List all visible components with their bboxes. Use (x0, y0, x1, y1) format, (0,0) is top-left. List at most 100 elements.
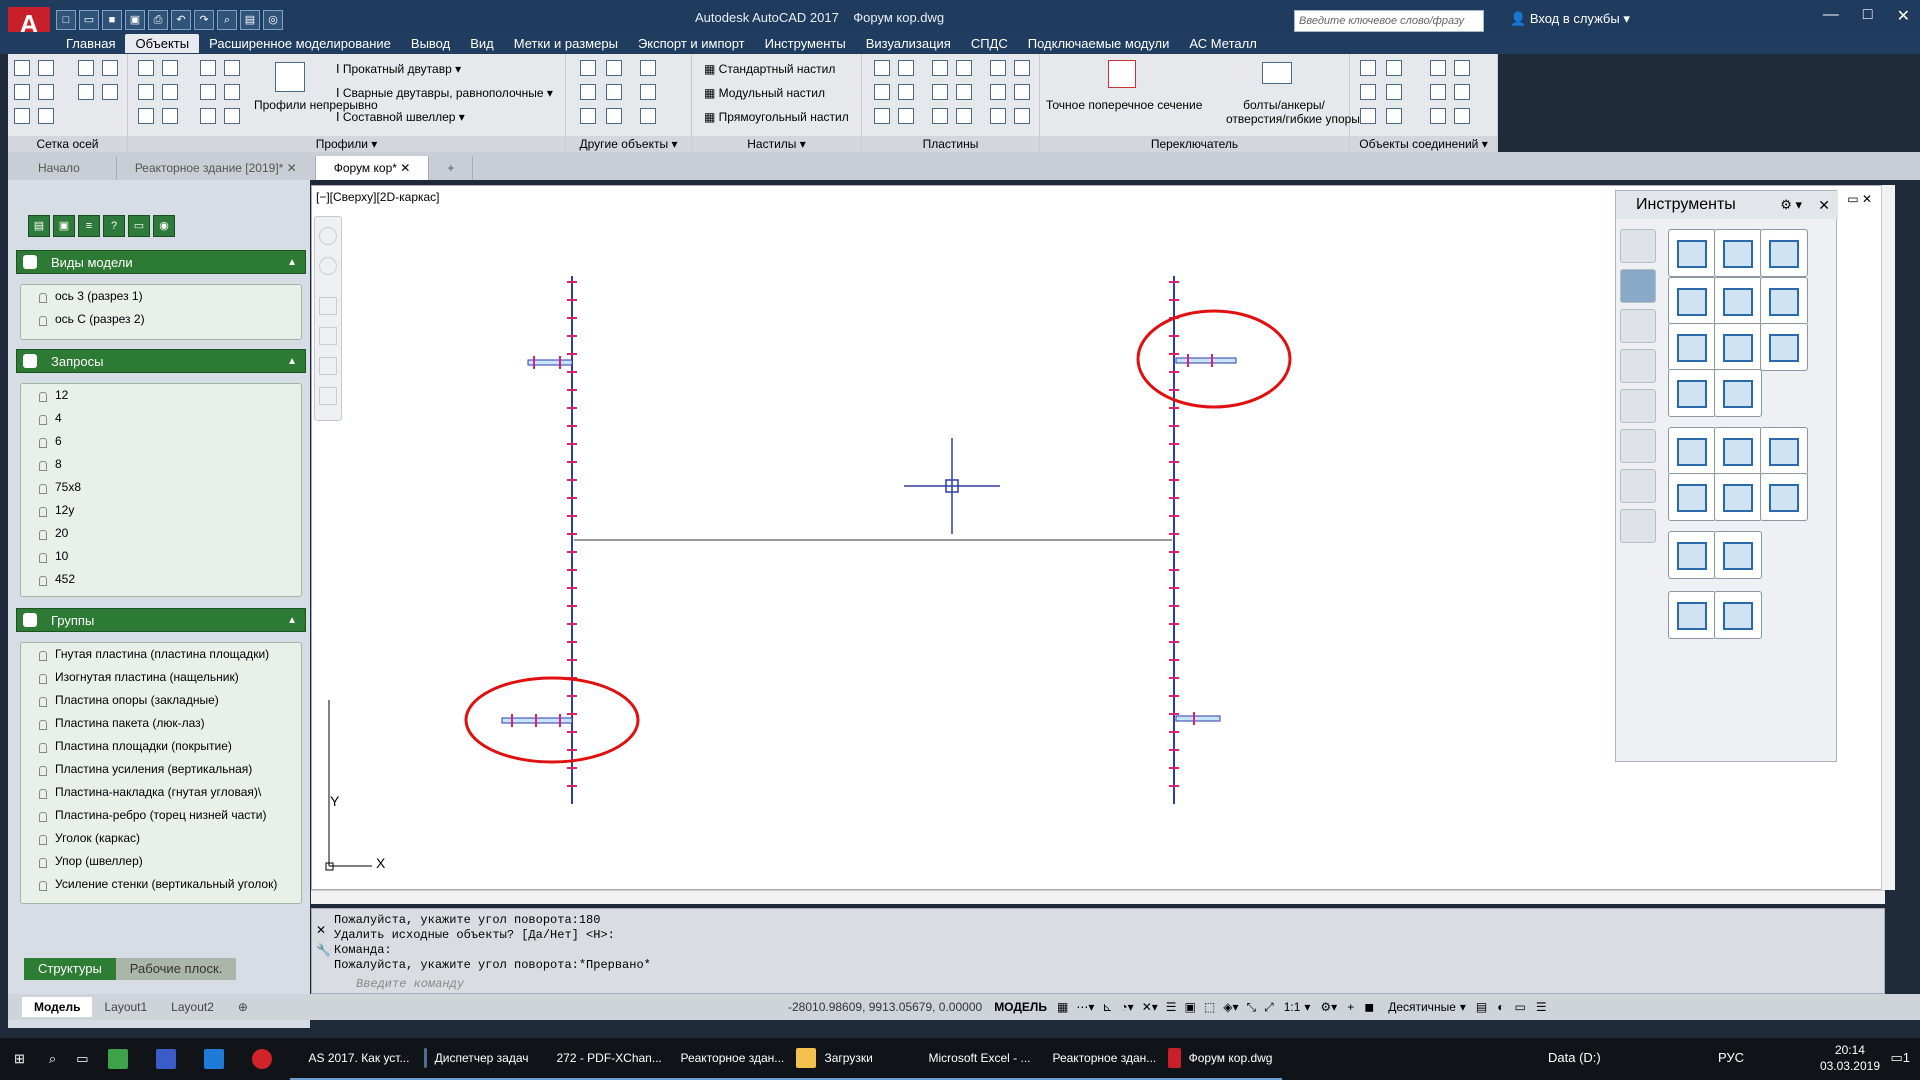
joint-icon[interactable] (1360, 84, 1376, 100)
list-item[interactable]: Пластина опоры (закладные) (21, 689, 301, 712)
palette-tab-bend-icon[interactable] (1620, 469, 1656, 503)
list-item[interactable]: 8 (21, 453, 301, 476)
joint-icon[interactable] (1386, 84, 1402, 100)
maximize-button[interactable]: □ (1863, 6, 1873, 26)
menu-tab[interactable]: СПДС (961, 34, 1018, 53)
menu-tab[interactable]: Главная (56, 34, 125, 53)
list-item[interactable]: Уголок (каркас) (21, 827, 301, 850)
taskbar-window[interactable]: AS 2017. Как уст... (290, 1038, 415, 1080)
rect-deck-button[interactable]: ▦ Прямоугольный настил (704, 110, 849, 124)
list-item[interactable]: Усиление стенки (вертикальный уголок) (21, 873, 301, 896)
grid-icon[interactable] (102, 60, 118, 76)
menu-tab[interactable]: Визуализация (856, 34, 961, 53)
units-select[interactable]: Десятичные (1388, 1000, 1456, 1014)
search-input[interactable]: Введите ключевое слово/фразу (1294, 10, 1484, 32)
tool-button[interactable] (1714, 531, 1762, 579)
plate-icon[interactable] (932, 84, 948, 100)
tool-button[interactable] (1760, 427, 1808, 475)
palette-tab-view-icon[interactable] (1620, 509, 1656, 543)
profile-icon[interactable] (138, 60, 154, 76)
grid-icon[interactable] (38, 84, 54, 100)
palette-tab-measure-icon[interactable] (1620, 349, 1656, 383)
menu-tab[interactable]: Вид (460, 34, 504, 53)
joint-icon[interactable] (1454, 60, 1470, 76)
save-as-icon[interactable]: ▣ (125, 10, 145, 30)
transparency-icon[interactable]: ▣ (1185, 1000, 1196, 1014)
profile-icon[interactable] (138, 108, 154, 124)
start-button[interactable]: ⊞ (0, 1038, 39, 1080)
shape-icon[interactable] (606, 108, 622, 124)
tab-forum[interactable]: Форум кор* ✕ (315, 156, 430, 180)
tool-button[interactable] (1668, 427, 1716, 475)
tool-button[interactable] (1760, 229, 1808, 277)
menu-tab[interactable]: Расширенное моделирование (199, 34, 401, 53)
list-item[interactable]: Пластина-накладка (гнутая угловая)\ (21, 781, 301, 804)
pinned-app[interactable] (146, 1038, 194, 1080)
continuous-profile-icon[interactable] (275, 62, 305, 92)
shape-icon[interactable] (640, 108, 656, 124)
palette-tab-grid-icon[interactable] (1620, 429, 1656, 463)
plate-right-bottom[interactable] (1175, 712, 1221, 725)
model-space-button[interactable]: МОДЕЛЬ (994, 1000, 1047, 1014)
add-layout-button[interactable]: ⊕ (226, 997, 260, 1017)
plate-icon[interactable] (898, 84, 914, 100)
rolled-ibeam-button[interactable]: Ⅰ Прокатный двутавр ▾ (336, 62, 461, 76)
grid-icon[interactable] (78, 84, 94, 100)
close-button[interactable]: ✕ (1897, 6, 1910, 26)
list-item[interactable]: Пластина пакета (люк-лаз) (21, 712, 301, 735)
chevron-down-icon[interactable]: ▾ (1460, 1000, 1466, 1014)
plate-icon[interactable] (874, 108, 890, 124)
list-item[interactable]: 12 (21, 384, 301, 407)
tab-layout2[interactable]: Layout2 (159, 997, 226, 1017)
profile-icon[interactable] (224, 60, 240, 76)
bolts-button[interactable]: болты/анкеры/отверстия/гибкие упоры (1226, 98, 1360, 126)
menu-tab[interactable]: Инструменты (755, 34, 856, 53)
isolate-objects-icon[interactable]: ◐ (1497, 1000, 1504, 1014)
tool-button[interactable] (1714, 277, 1762, 325)
shape-icon[interactable] (606, 60, 622, 76)
profile-icon[interactable] (200, 60, 216, 76)
properties-icon[interactable]: ▤ (240, 10, 260, 30)
joint-icon[interactable] (1360, 108, 1376, 124)
close-icon[interactable]: ✕ (400, 161, 410, 175)
list-item[interactable]: Пластина площадки (покрытие) (21, 735, 301, 758)
profile-icon[interactable] (138, 84, 154, 100)
list-icon[interactable]: ≡ (78, 215, 100, 237)
tool-button[interactable] (1714, 369, 1762, 417)
grid-icon[interactable] (78, 60, 94, 76)
exact-section-button[interactable]: Точное поперечное сечение (1046, 98, 1202, 112)
grid-toggle-icon[interactable]: ▦ (1057, 1000, 1068, 1014)
language-indicator[interactable]: РУС (1718, 1050, 1744, 1065)
collapse-icon[interactable]: ▲ (287, 251, 297, 275)
workspace-gear-icon[interactable]: ⚙▾ (1320, 1000, 1337, 1014)
palette-tab-select-icon[interactable] (1620, 389, 1656, 423)
taskbar-window[interactable]: Диспетчер задач (414, 1038, 539, 1080)
annotation-visibility-icon[interactable]: ⤢ (1264, 1000, 1274, 1015)
tab-structures[interactable]: Структуры (24, 958, 116, 980)
profiles-continuous-button[interactable]: Профили непрерывно (254, 98, 378, 112)
tool-button[interactable] (1760, 277, 1808, 325)
list-item[interactable]: 6 (21, 430, 301, 453)
profile-icon[interactable] (224, 84, 240, 100)
taskbar-window[interactable]: Загрузки (786, 1038, 911, 1080)
snap-toggle-icon[interactable]: ⋯▾ (1076, 1000, 1094, 1014)
tab-model[interactable]: Модель (22, 997, 93, 1017)
tool-button[interactable] (1668, 531, 1716, 579)
taskbar-window[interactable]: 272 - PDF-XChan... (538, 1038, 663, 1080)
ortho-toggle-icon[interactable]: ⊾ (1102, 1000, 1112, 1014)
horizontal-scrollbar[interactable] (311, 890, 1885, 904)
plate-icon[interactable] (990, 84, 1006, 100)
groups-header[interactable]: Группы ▲ (16, 608, 306, 632)
tool-button[interactable] (1668, 277, 1716, 325)
taskbar-window[interactable]: Форум кор.dwg (1158, 1038, 1283, 1080)
list-item[interactable]: Пластина-ребро (торец низней части) (21, 804, 301, 827)
collapse-icon[interactable]: ▲ (287, 350, 297, 374)
vertical-scrollbar[interactable] (1881, 185, 1895, 890)
plate-icon[interactable] (874, 84, 890, 100)
pinned-app[interactable] (98, 1038, 146, 1080)
print-icon[interactable]: ⎙ (148, 10, 168, 30)
grid-icon[interactable] (38, 60, 54, 76)
tree-icon[interactable]: ▤ (28, 215, 50, 237)
joint-icon[interactable] (1360, 60, 1376, 76)
palette-tab-user-icon[interactable] (1620, 309, 1656, 343)
